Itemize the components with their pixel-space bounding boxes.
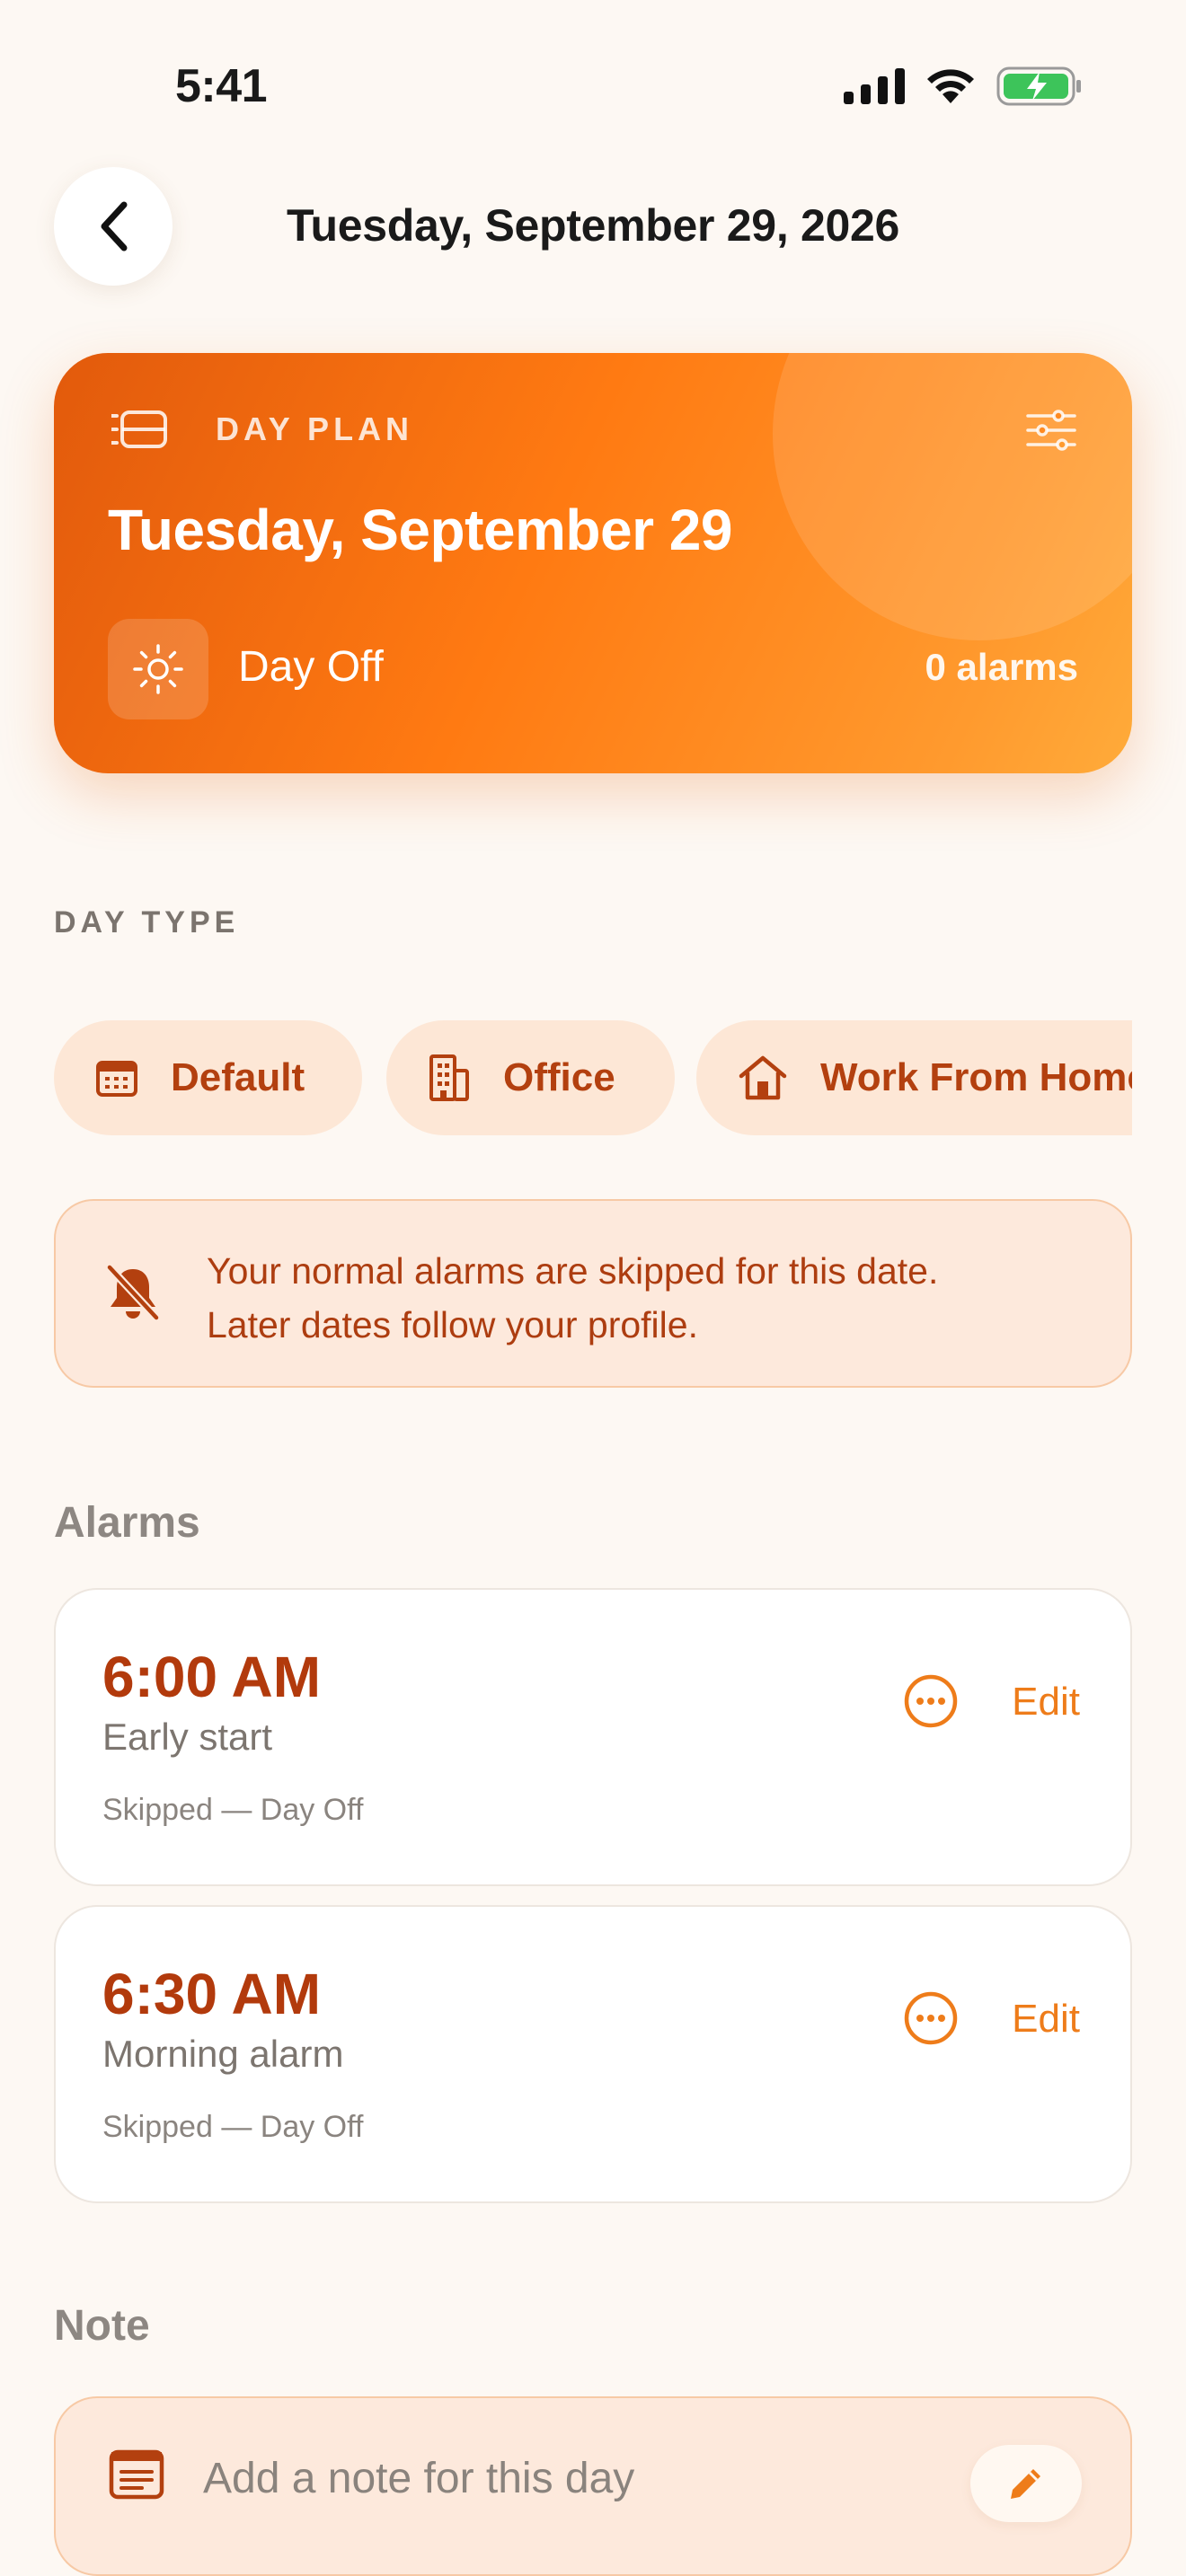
- more-options-icon[interactable]: [902, 1989, 960, 2047]
- alarm-time: 6:30 AM: [102, 1962, 322, 2026]
- sliders-icon[interactable]: [1026, 409, 1076, 452]
- note-edit-button[interactable]: [970, 2445, 1082, 2522]
- alarms-title: Alarms: [54, 1499, 200, 1547]
- note-title: Note: [54, 2302, 150, 2350]
- banner-line-1: Your normal alarms are skipped for this …: [207, 1250, 939, 1292]
- alarm-count: 0 alarms: [925, 646, 1078, 688]
- chip-office-label: Office: [503, 1055, 615, 1099]
- day-plan-card: DAY PLAN Tuesday, September 29 Day Off 0…: [54, 353, 1132, 773]
- building-icon: [429, 1054, 469, 1101]
- decorative-glow: [773, 353, 1132, 640]
- alarm-edit-button[interactable]: Edit: [1012, 1997, 1080, 2042]
- page-title: Tuesday, September 29, 2026: [286, 200, 900, 251]
- battery-icon: [996, 66, 1081, 106]
- chip-work-from-home[interactable]: Work From Home: [696, 1020, 1132, 1135]
- skip-info-banner: Your normal alarms are skipped for this …: [54, 1199, 1132, 1388]
- alarm-time: 6:00 AM: [102, 1645, 322, 1709]
- alarm-name: Morning alarm: [102, 2033, 344, 2075]
- sun-icon-badge: [108, 619, 208, 719]
- wifi-icon: [927, 69, 974, 103]
- day-plan-day-type: Day Off: [238, 643, 384, 691]
- day-plan-icon: [111, 410, 167, 448]
- alarm-card[interactable]: 6:00 AM Early start Skipped — Day Off Ed…: [54, 1588, 1132, 1886]
- status-time: 5:41: [175, 60, 268, 112]
- day-plan-label: DAY PLAN: [216, 410, 414, 447]
- alarm-name: Early start: [102, 1716, 273, 1758]
- note-icon: [109, 2449, 164, 2500]
- alarm-status: Skipped — Day Off: [102, 1793, 364, 1827]
- home-icon: [739, 1055, 787, 1100]
- day-type-chips: Default Office Work From Home: [54, 1020, 1132, 1135]
- alarm-status: Skipped — Day Off: [102, 2110, 364, 2144]
- chip-office[interactable]: Office: [386, 1020, 675, 1135]
- banner-line-2: Later dates follow your profile.: [207, 1304, 698, 1345]
- sun-icon: [133, 644, 183, 694]
- pencil-icon: [1011, 2469, 1040, 2499]
- chip-work-from-home-label: Work From Home: [820, 1055, 1132, 1099]
- note-field[interactable]: Add a note for this day: [54, 2396, 1132, 2576]
- chip-default-label: Default: [171, 1055, 305, 1099]
- status-icons: [844, 66, 1083, 106]
- day-type-caption: DAY TYPE: [54, 905, 240, 940]
- banner-text: Your normal alarms are skipped for this …: [207, 1244, 938, 1352]
- day-plan-date: Tuesday, September 29: [108, 498, 732, 562]
- alarm-edit-button[interactable]: Edit: [1012, 1680, 1080, 1725]
- bell-slash-icon: [105, 1264, 161, 1322]
- signal-icon: [844, 68, 905, 104]
- chip-default[interactable]: Default: [54, 1020, 362, 1135]
- note-placeholder: Add a note for this day: [203, 2455, 635, 2502]
- alarm-card[interactable]: 6:30 AM Morning alarm Skipped — Day Off …: [54, 1905, 1132, 2203]
- calendar-icon: [96, 1061, 137, 1097]
- more-options-icon[interactable]: [902, 1672, 960, 1730]
